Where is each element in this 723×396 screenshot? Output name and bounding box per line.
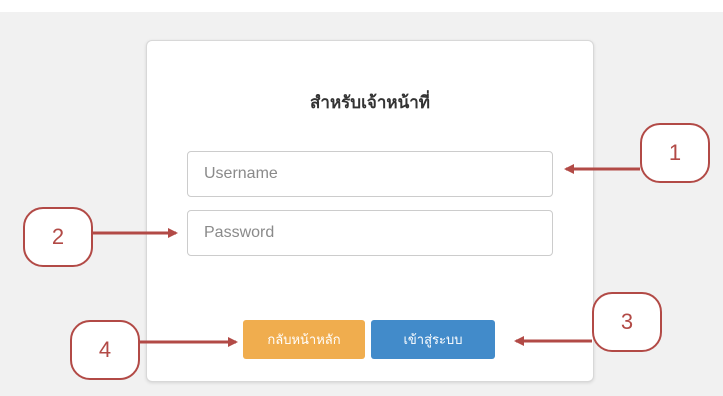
username-input[interactable]: [187, 151, 553, 197]
login-card: สำหรับเจ้าหน้าที่ กลับหน้าหลัก เข้าสู่ระ…: [146, 40, 594, 382]
callout-3: 3: [592, 292, 662, 352]
page: สำหรับเจ้าหน้าที่ กลับหน้าหลัก เข้าสู่ระ…: [0, 0, 723, 396]
callout-2: 2: [23, 207, 93, 267]
callout-4: 4: [70, 320, 140, 380]
back-to-home-button[interactable]: กลับหน้าหลัก: [243, 320, 365, 359]
login-title: สำหรับเจ้าหน้าที่: [310, 93, 430, 113]
callout-1: 1: [640, 123, 710, 183]
login-button[interactable]: เข้าสู่ระบบ: [371, 320, 495, 359]
password-input[interactable]: [187, 210, 553, 256]
